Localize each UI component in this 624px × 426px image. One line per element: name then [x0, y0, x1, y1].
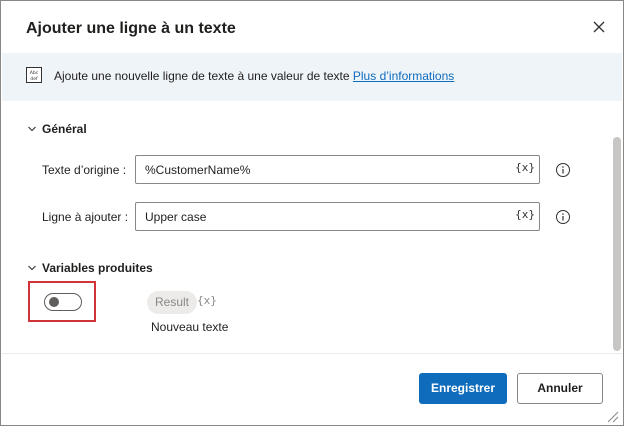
original-text-value: %CustomerName% — [145, 163, 251, 177]
line-to-add-value: Upper case — [145, 210, 207, 224]
scrollbar[interactable] — [613, 137, 621, 351]
original-text-input[interactable]: %CustomerName% {x} — [135, 155, 540, 184]
section-variables-header[interactable]: Variables produites — [42, 261, 153, 275]
footer-divider — [2, 353, 622, 354]
section-general-header[interactable]: Général — [42, 122, 87, 136]
info-description: Ajoute une nouvelle ligne de texte à une… — [54, 69, 454, 83]
resize-handle-icon[interactable] — [602, 406, 620, 424]
text-action-icon: Abc def — [26, 67, 42, 83]
line-to-add-label: Ligne à ajouter : — [42, 210, 129, 224]
dialog: Ajouter une ligne à un texte Abc def Ajo… — [0, 0, 624, 426]
variable-picker-button[interactable]: {x} — [515, 161, 535, 174]
svg-text:Abc: Abc — [30, 70, 39, 76]
info-circle-icon[interactable] — [555, 162, 571, 178]
toggle-knob — [49, 297, 59, 307]
variable-toggle[interactable] — [44, 293, 82, 311]
variable-description: Nouveau texte — [151, 320, 229, 334]
original-text-label: Texte d’origine : — [42, 163, 127, 177]
cancel-button[interactable]: Annuler — [517, 373, 603, 404]
info-text: Ajoute une nouvelle ligne de texte à une… — [54, 69, 353, 83]
svg-text:def: def — [30, 76, 38, 82]
line-to-add-input[interactable]: Upper case {x} — [135, 202, 540, 231]
chevron-down-icon[interactable] — [27, 263, 37, 273]
variable-curly-icon: {x} — [197, 294, 217, 307]
variable-picker-button[interactable]: {x} — [515, 208, 535, 221]
info-bar: Abc def Ajoute une nouvelle ligne de tex… — [2, 53, 622, 101]
variable-name-chip[interactable]: Result — [147, 291, 198, 314]
info-circle-icon[interactable] — [555, 209, 571, 225]
close-icon[interactable] — [589, 17, 609, 37]
save-button[interactable]: Enregistrer — [419, 373, 507, 404]
chevron-down-icon[interactable] — [27, 124, 37, 134]
dialog-title: Ajouter une ligne à un texte — [26, 20, 236, 37]
more-info-link[interactable]: Plus d’informations — [353, 69, 454, 83]
